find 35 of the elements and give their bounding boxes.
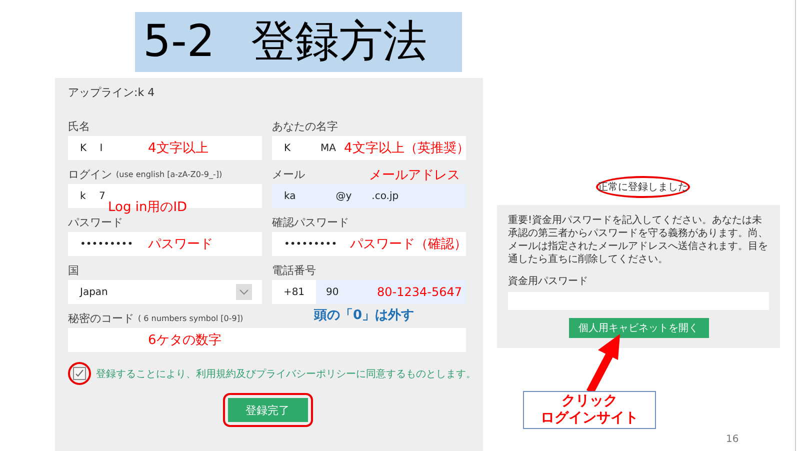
agree-checkbox[interactable] bbox=[73, 367, 86, 380]
page-number: 16 bbox=[726, 434, 739, 445]
phone-input[interactable]: 90 80-1234-5647 bbox=[316, 280, 466, 304]
notice-text: 重要!資金用パスワードを記入してください。あなたは未承認の第三者からパスワードを守る義務があります。尚、メールは指定されたメールアドレスへ送信されます。目を通したら直ちに削除してください。 bbox=[508, 214, 769, 266]
field-label: 確認パスワード bbox=[272, 214, 349, 230]
check-icon bbox=[75, 369, 84, 378]
slide-title: 5-2 登録方法 bbox=[135, 12, 462, 72]
country-select[interactable]: Japan bbox=[68, 280, 262, 304]
input-field[interactable]: ka @y .co.jp bbox=[272, 184, 466, 208]
annotation-text: パスワード（確認） bbox=[350, 236, 467, 253]
note-text: 頭の「0」は外す bbox=[314, 307, 414, 324]
agreement-text: 登録することにより、利用規約及びプライバシーポリシーに同意するものとします。 bbox=[96, 368, 476, 380]
annotation-text: パスワード bbox=[148, 236, 213, 253]
callout-text: クリック bbox=[562, 393, 618, 410]
country-code: +81 bbox=[272, 280, 316, 304]
field-hint: (use english [a-zA-Z0-9_-]) bbox=[116, 170, 222, 178]
field-label: 氏名 bbox=[68, 118, 90, 134]
field-label: 電話番号 bbox=[272, 262, 316, 278]
callout-text: ログインサイト bbox=[540, 410, 638, 427]
annotation-text: 80-1234-5647 bbox=[376, 285, 463, 299]
field-hint: ( 6 numbers symbol [0-9]) bbox=[138, 314, 244, 322]
field-label: パスワード bbox=[68, 214, 123, 230]
field-label: メール bbox=[272, 166, 305, 182]
annotation-text: 4文字以上 bbox=[148, 140, 208, 157]
field-label: 資金用パスワード bbox=[508, 275, 589, 288]
field-label: ログイン bbox=[68, 166, 112, 182]
field-label: あなたの名字 bbox=[272, 118, 338, 134]
chevron-down-icon bbox=[236, 284, 252, 300]
field-label: 秘密のコード bbox=[68, 310, 134, 326]
upline-text: アップライン:k 4 bbox=[68, 85, 156, 101]
annotation-text: メールアドレス bbox=[369, 167, 460, 184]
annotation-text: 6ケタの数字 bbox=[148, 332, 222, 349]
arrow bbox=[586, 334, 620, 394]
success-message: 正常に登録しました bbox=[596, 176, 690, 198]
field-label: 国 bbox=[68, 262, 79, 278]
